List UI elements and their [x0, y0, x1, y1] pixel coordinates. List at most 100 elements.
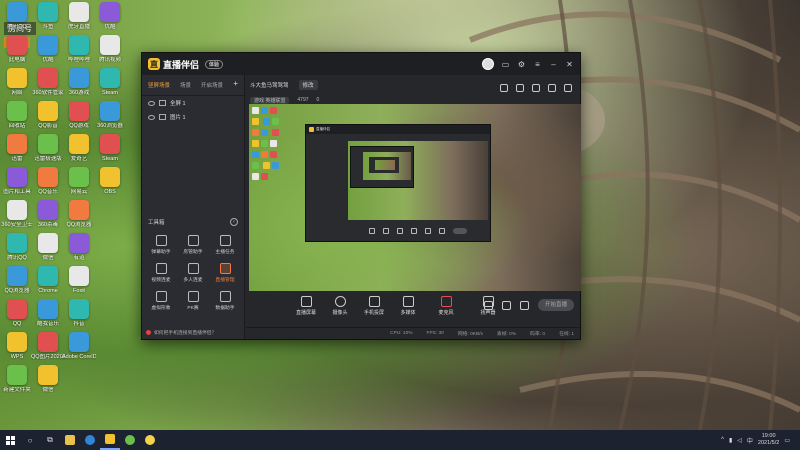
close-icon[interactable]: ✕	[565, 60, 574, 69]
microphone-button[interactable]: 麦克风	[430, 296, 462, 316]
share-icon[interactable]	[564, 84, 572, 92]
desktop-icon[interactable]: Steam	[93, 134, 127, 162]
chat-taskbar-icon[interactable]	[140, 430, 160, 450]
clock-icon[interactable]	[502, 300, 511, 310]
desktop-icon[interactable]: 腾讯视频	[93, 35, 127, 63]
eye-icon[interactable]	[148, 100, 155, 106]
gear-icon[interactable]	[520, 300, 529, 310]
desktop-icon[interactable]: 哔哩哔哩	[62, 35, 96, 63]
desktop-icon[interactable]: 有道	[62, 233, 96, 261]
desktop-icon[interactable]: Steam	[93, 68, 127, 96]
tab-scene-3[interactable]: 开启场景	[201, 81, 223, 89]
search-icon[interactable]: ○	[20, 430, 40, 450]
desktop-icon[interactable]: OBS	[93, 167, 127, 195]
start-live-button[interactable]: 开始直播	[538, 299, 574, 311]
desktop-icon[interactable]: 网络	[0, 68, 34, 96]
minimize-tray-icon[interactable]: ▭	[501, 60, 510, 69]
desktop-icon[interactable]: 斗鱼	[31, 2, 65, 30]
up-arrow-icon[interactable]: ^	[721, 437, 724, 443]
clock[interactable]: 19:00 2021/5/2	[758, 433, 779, 447]
desktop-icon[interactable]: 360杀毒	[31, 200, 65, 228]
desktop-icon[interactable]: QQ图片2020216	[31, 332, 65, 360]
tab-scene-2[interactable]: 场景	[180, 81, 191, 89]
network-icon[interactable]: ▮	[729, 437, 732, 444]
volume-icon[interactable]: ◁	[737, 437, 742, 444]
camera-button[interactable]: 摄像头	[328, 296, 352, 316]
desktop-icon[interactable]: WPS	[0, 332, 34, 360]
eye-icon[interactable]	[148, 114, 155, 120]
game-taskbar-icon[interactable]	[120, 430, 140, 450]
desktop-icon[interactable]: 腾讯QQ	[0, 2, 34, 30]
screen-capture-button[interactable]: 直播屏幕	[294, 296, 318, 316]
edge-icon[interactable]	[80, 430, 100, 450]
source-item[interactable]: 图片 1	[142, 110, 244, 124]
desktop-icon[interactable]: QQ	[0, 299, 34, 327]
desktop-icon[interactable]: 迅雷极速版	[31, 134, 65, 162]
tab-scene-1[interactable]: 竖屏场景	[148, 81, 170, 89]
media-button[interactable]: 多媒体	[396, 296, 420, 316]
record-icon[interactable]	[532, 84, 540, 92]
category-selector[interactable]: 游戏 英雄联盟	[250, 96, 290, 104]
desktop-icon[interactable]: 360游戏	[62, 68, 96, 96]
desktop-icon[interactable]: 虎牙直播	[62, 2, 96, 30]
window-titlebar[interactable]: 直 直播伴侣 体验 ▭ ⚙ ≡ – ✕	[142, 53, 580, 75]
desktop-icon[interactable]: 360软件管家	[31, 68, 65, 96]
task-view-icon[interactable]: ⧉	[40, 430, 60, 450]
desktop-icon[interactable]: 酷我音乐	[31, 299, 65, 327]
desktop-icon[interactable]: 微信	[31, 365, 65, 393]
tool-video-link[interactable]: 视频连麦	[145, 263, 177, 283]
desktop-icon[interactable]: 迅雷	[0, 134, 34, 162]
tool-danmaku[interactable]: 弹幕助手	[145, 235, 177, 255]
tool-live-manage[interactable]: 直播管理	[209, 263, 241, 283]
video-icon[interactable]	[484, 300, 493, 310]
desktop-icon[interactable]: Foxit	[62, 266, 96, 294]
tool-tasks[interactable]: 主播任务	[209, 235, 241, 255]
phone-cast-button[interactable]: 手机投屏	[362, 296, 386, 316]
language-indicator[interactable]: 中	[747, 436, 753, 445]
desktop-icon[interactable]: 网易云	[62, 167, 96, 195]
desktop-icon[interactable]: QQ浏览器	[0, 266, 34, 294]
user-avatar[interactable]	[482, 58, 494, 70]
desktop-icon[interactable]: 360安全卫士	[0, 200, 34, 228]
menu-icon[interactable]: ≡	[533, 60, 542, 69]
desktop-icon[interactable]: 爱奇艺	[62, 134, 96, 162]
desktop-icon[interactable]: 优酷	[93, 2, 127, 30]
desktop-icon[interactable]: 微信	[31, 233, 65, 261]
desktop-icon-label: 斗鱼	[42, 24, 54, 30]
tool-pk[interactable]: PK赛	[177, 291, 209, 311]
file-explorer-icon[interactable]	[60, 430, 80, 450]
edit-title-button[interactable]: 修改	[298, 80, 318, 90]
toolbox-label: 工具箱	[148, 220, 165, 226]
add-scene-icon[interactable]: +	[233, 80, 238, 89]
source-item[interactable]: 全屏 1	[142, 96, 244, 110]
tool-room-admin[interactable]: 房管助手	[177, 235, 209, 255]
tool-multi-link[interactable]: 多人连麦	[177, 263, 209, 283]
desktop-icon[interactable]: 此电脑	[0, 35, 34, 63]
desktop-icon[interactable]: 腾讯QQ	[0, 233, 34, 261]
desktop-icon[interactable]: 优酷	[31, 35, 65, 63]
help-notice[interactable]: 如何把手机连接到直播伴侣？	[146, 329, 240, 336]
tool-data[interactable]: 数据助手	[209, 291, 241, 311]
desktop-icon[interactable]: 360浏览器	[93, 101, 127, 129]
settings-icon[interactable]: ⚙	[517, 60, 526, 69]
desktop-icon[interactable]: Adobe CorelDraw	[62, 332, 96, 360]
desktop-icon[interactable]: QQ音乐	[31, 167, 65, 195]
notification-icon[interactable]: ▭	[784, 437, 790, 444]
tool-avatar[interactable]: 虚拟形象	[145, 291, 177, 311]
screenshot-icon[interactable]	[548, 84, 556, 92]
desktop-icon[interactable]: QQ影音	[31, 101, 65, 129]
desktop-icon[interactable]: 新建文件夹	[0, 365, 34, 393]
collapse-icon[interactable]: ‹	[230, 218, 238, 226]
desktop-icon[interactable]: QQ游戏	[62, 101, 96, 129]
minimize-icon[interactable]: –	[549, 60, 558, 69]
desktop-icon[interactable]: Chrome	[31, 266, 65, 294]
layout-icon[interactable]	[500, 84, 508, 92]
lock-icon[interactable]	[516, 84, 524, 92]
start-button[interactable]	[0, 430, 20, 450]
live-companion-taskbar-icon[interactable]	[100, 430, 120, 450]
stream-preview[interactable]: 直播伴侣	[249, 104, 581, 291]
desktop-icon[interactable]: 抖音	[62, 299, 96, 327]
desktop-icon[interactable]: QQ浏览器	[62, 200, 96, 228]
desktop-icon[interactable]: 图片和工具	[0, 167, 34, 195]
desktop-icon[interactable]: 回收站	[0, 101, 34, 129]
